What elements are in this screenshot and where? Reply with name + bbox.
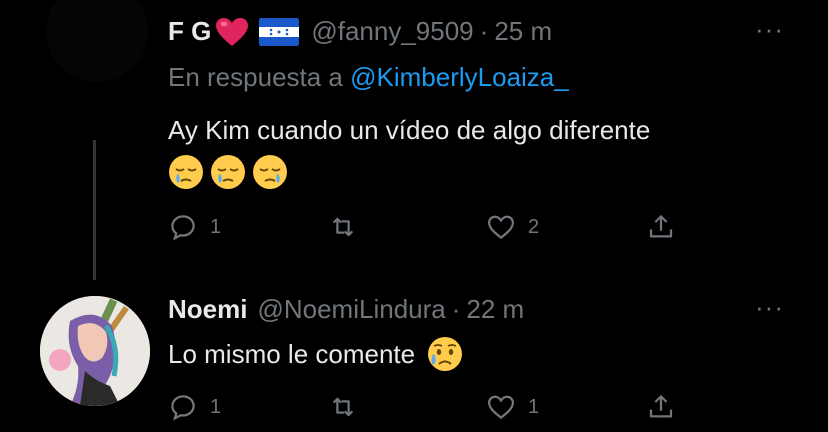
tweet-text-line: Lo mismo le comente [168, 339, 416, 369]
tweet-actions: 1 1 [168, 392, 688, 424]
tweet-actions: 1 2 [168, 212, 688, 244]
reply-button[interactable]: 1 [168, 392, 221, 422]
retweet-icon [332, 397, 354, 417]
retweet-icon [332, 217, 354, 237]
tweet-text-line: Ay Kim cuando un vídeo de algo diferente [168, 115, 651, 145]
tweet-header: F G @fanny_9509 · 25 m [168, 16, 552, 47]
separator-dot: · [479, 16, 489, 46]
reply-count: 1 [210, 395, 222, 418]
heart-outline-icon [487, 215, 515, 240]
sleepy-face-icon [253, 155, 287, 190]
sleepy-face-icon [169, 155, 203, 190]
heart-outline-icon [487, 395, 515, 420]
share-button[interactable] [646, 212, 676, 242]
reply-mention-link[interactable]: @KimberlyLoaiza_ [350, 62, 569, 92]
tweet-text: Lo mismo le comente [168, 336, 469, 372]
sad-relieved-face-icon [428, 337, 463, 371]
tweet-text: Ay Kim cuando un vídeo de algo diferente [168, 112, 650, 190]
share-icon [649, 395, 673, 418]
timestamp[interactable]: 25 m [494, 16, 552, 47]
like-button[interactable]: 1 [486, 392, 539, 422]
thread-connector-line [93, 140, 96, 280]
share-icon [649, 215, 673, 238]
like-count: 2 [528, 215, 540, 238]
reply-button[interactable]: 1 [168, 212, 221, 242]
share-button[interactable] [646, 392, 676, 422]
honduras-flag-icon [259, 17, 300, 46]
like-count: 1 [528, 395, 540, 418]
display-name[interactable]: F G [168, 16, 211, 47]
red-heart-icon [216, 17, 249, 46]
emoji-row [168, 152, 650, 190]
tweet-header: Noemi @NoemiLindura · 22 m [168, 294, 524, 325]
more-options-icon[interactable]: ··· [755, 14, 784, 45]
sleepy-face-icon [211, 155, 245, 190]
reply-icon [171, 395, 195, 421]
tweet[interactable]: F G @fanny_9509 · 25 m ··· En respuesta … [0, 0, 828, 270]
handle[interactable]: @fanny_9509 [311, 16, 473, 47]
reply-context: En respuesta a @KimberlyLoaiza_ [168, 62, 569, 93]
timestamp[interactable]: 22 m [466, 294, 524, 325]
avatar[interactable] [46, 0, 148, 82]
reply-count: 1 [210, 215, 222, 238]
retweet-button[interactable] [328, 392, 370, 422]
separator-dot: · [451, 294, 461, 324]
reply-icon [171, 215, 195, 241]
tweet[interactable]: Noemi @NoemiLindura · 22 m ··· Lo mismo … [0, 284, 828, 432]
like-button[interactable]: 2 [486, 212, 539, 242]
reply-prefix: En respuesta a [168, 62, 343, 92]
display-name[interactable]: Noemi [168, 294, 247, 325]
handle[interactable]: @NoemiLindura [257, 294, 445, 325]
more-options-icon[interactable]: ··· [755, 292, 784, 323]
retweet-button[interactable] [328, 212, 370, 242]
